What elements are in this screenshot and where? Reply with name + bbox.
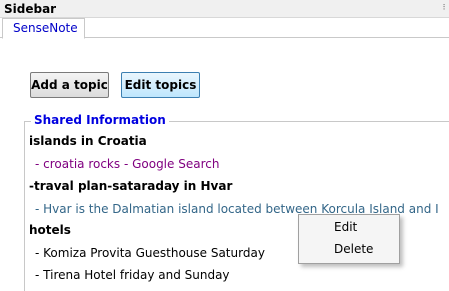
note-item[interactable]: - Komiza Provita Guesthouse Saturday	[35, 246, 265, 260]
context-menu-delete[interactable]: Delete	[334, 242, 373, 256]
sidebar-window: Sidebar ⁝ SenseNote Add a topic Edit top…	[0, 0, 449, 291]
note-link[interactable]: - croatia rocks - Google Search	[35, 157, 219, 171]
tab-sensenote[interactable]: SenseNote	[2, 18, 85, 39]
note-item[interactable]: - Tirena Hotel friday and Sunday	[35, 268, 230, 282]
close-icon[interactable]: ⁝	[439, 2, 449, 15]
add-topic-button[interactable]: Add a topic	[30, 72, 109, 98]
group-legend: Shared Information	[31, 113, 169, 127]
topic-heading[interactable]: islands in Croatia	[29, 134, 147, 148]
tab-strip: SenseNote	[0, 18, 449, 39]
context-menu-edit[interactable]: Edit	[334, 220, 357, 234]
edit-topics-button[interactable]: Edit topics	[121, 72, 200, 98]
context-menu: Edit Delete	[298, 214, 400, 264]
topic-heading[interactable]: -traval plan-sataraday in Hvar	[29, 179, 232, 193]
sidebar-title: Sidebar	[4, 2, 57, 16]
topic-heading[interactable]: hotels	[29, 223, 71, 237]
sidebar-titlebar: Sidebar ⁝	[0, 0, 449, 18]
